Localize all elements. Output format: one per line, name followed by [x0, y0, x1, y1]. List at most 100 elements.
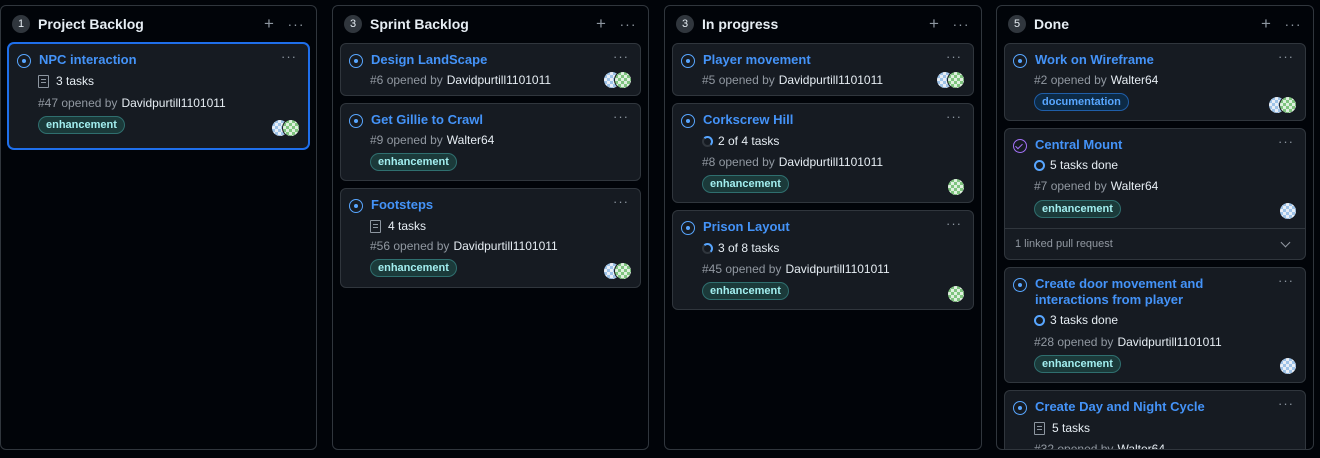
issue-author[interactable]: Davidpurtill1101011: [453, 239, 557, 253]
column-more-button[interactable]: ···: [949, 15, 973, 33]
card-title[interactable]: Player movement: [703, 52, 943, 68]
card-title[interactable]: Central Mount: [1035, 137, 1275, 153]
linked-pull-request-toggle[interactable]: 1 linked pull request: [1005, 228, 1305, 259]
issue-card[interactable]: NPC interaction ··· 3 tasks #47 opened b…: [8, 43, 309, 149]
avatar[interactable]: [1279, 202, 1297, 220]
issue-card[interactable]: Create Day and Night Cycle ··· 5 tasks #…: [1004, 390, 1306, 450]
opened-by-text: opened by: [61, 96, 118, 110]
issue-author[interactable]: Davidpurtill1101011: [779, 155, 883, 169]
assignees: [947, 285, 965, 303]
avatar[interactable]: [614, 262, 632, 280]
issue-card[interactable]: Work on Wireframe ··· #2 opened by Walte…: [1004, 43, 1306, 121]
task-list: 3 tasks: [38, 74, 94, 88]
add-item-button[interactable]: +: [922, 15, 946, 33]
add-item-button[interactable]: +: [1254, 15, 1278, 33]
label-badge[interactable]: documentation: [1034, 93, 1129, 111]
label-badge[interactable]: enhancement: [370, 259, 457, 277]
avatar[interactable]: [947, 178, 965, 196]
card-title[interactable]: Get Gillie to Crawl: [371, 112, 610, 128]
card-title[interactable]: Create door movement and interactions fro…: [1035, 276, 1275, 308]
issue-meta: #47 opened by Davidpurtill1101011: [38, 96, 226, 110]
assignees: [271, 119, 300, 137]
add-item-button[interactable]: +: [589, 15, 613, 33]
issue-author[interactable]: Walter64: [1111, 179, 1159, 193]
card-more-button[interactable]: ···: [943, 217, 965, 230]
column-title: In progress: [702, 16, 779, 32]
column-count-badge: 3: [344, 15, 362, 33]
card-more-button[interactable]: ···: [1275, 135, 1297, 148]
issue-author[interactable]: Davidpurtill1101011: [779, 73, 883, 87]
issue-author[interactable]: Walter64: [1111, 73, 1159, 87]
avatar[interactable]: [947, 71, 965, 89]
avatar[interactable]: [614, 71, 632, 89]
card-more-button[interactable]: ···: [1275, 397, 1297, 410]
card-more-button[interactable]: ···: [610, 110, 632, 123]
avatar[interactable]: [1279, 96, 1297, 114]
card-title[interactable]: Prison Layout: [703, 219, 943, 235]
issue-meta: #7 opened by Walter64: [1034, 179, 1158, 193]
issue-card[interactable]: Prison Layout ··· 3 of 8 tasks #45 opene…: [672, 210, 974, 310]
opened-by-text: opened by: [1057, 442, 1114, 450]
issue-card[interactable]: Create door movement and interactions fro…: [1004, 267, 1306, 383]
issue-number: #5: [702, 73, 716, 87]
card-more-button[interactable]: ···: [943, 110, 965, 123]
issue-card[interactable]: Footsteps ··· 4 tasks #56 opened by Davi…: [340, 188, 641, 288]
issue-author[interactable]: Walter64: [447, 133, 495, 147]
issue-card[interactable]: Design LandScape ··· #6 opened by Davidp…: [340, 43, 641, 96]
card-title[interactable]: Create Day and Night Cycle: [1035, 399, 1275, 415]
column-count-badge: 5: [1008, 15, 1026, 33]
assignees: [1268, 96, 1297, 114]
opened-by-text: opened by: [1050, 179, 1107, 193]
issue-card[interactable]: Corkscrew Hill ··· 2 of 4 tasks #8 opene…: [672, 103, 974, 203]
card-more-button[interactable]: ···: [278, 50, 300, 63]
issue-number: #47: [38, 96, 59, 110]
card-more-button[interactable]: ···: [1275, 274, 1297, 287]
issue-meta: #6 opened by Davidpurtill1101011: [370, 73, 551, 87]
column-more-button[interactable]: ···: [284, 15, 308, 33]
card-title[interactable]: Footsteps: [371, 197, 610, 213]
card-title[interactable]: Work on Wireframe: [1035, 52, 1275, 68]
card-more-button[interactable]: ···: [610, 50, 632, 63]
issue-card[interactable]: Central Mount ··· 5 tasks done #7 opened…: [1004, 128, 1306, 260]
issue-meta: #45 opened by Davidpurtill1101011: [702, 262, 890, 276]
label-badge[interactable]: enhancement: [1034, 200, 1121, 218]
label-badge[interactable]: enhancement: [38, 116, 125, 134]
issue-meta: #56 opened by Davidpurtill1101011: [370, 239, 558, 253]
column-in-progress: 3 In progress + ··· Player movement ··· …: [664, 5, 982, 450]
card-title[interactable]: Design LandScape: [371, 52, 610, 68]
add-item-button[interactable]: +: [257, 15, 281, 33]
issue-card[interactable]: Player movement ··· #5 opened by Davidpu…: [672, 43, 974, 96]
open-issue-icon: [1013, 54, 1027, 68]
label-badge[interactable]: enhancement: [1034, 355, 1121, 373]
issue-author[interactable]: Walter64: [1117, 442, 1165, 449]
label-badge[interactable]: enhancement: [702, 282, 789, 300]
column-more-button[interactable]: ···: [1281, 15, 1305, 33]
avatar[interactable]: [1279, 357, 1297, 375]
column-header: 1 Project Backlog + ···: [1, 6, 316, 42]
issue-author[interactable]: Davidpurtill1101011: [121, 96, 225, 110]
issue-card[interactable]: Get Gillie to Crawl ··· #9 opened by Wal…: [340, 103, 641, 181]
column-count-badge: 3: [676, 15, 694, 33]
issue-number: #9: [370, 133, 384, 147]
card-more-button[interactable]: ···: [1275, 50, 1297, 63]
card-title[interactable]: Corkscrew Hill: [703, 112, 943, 128]
label-badge[interactable]: enhancement: [370, 153, 457, 171]
card-more-button[interactable]: ···: [610, 195, 632, 208]
issue-meta: #9 opened by Walter64: [370, 133, 494, 147]
progress-icon: [1034, 314, 1045, 326]
avatar[interactable]: [947, 285, 965, 303]
task-list: 5 tasks: [1034, 421, 1090, 435]
avatar[interactable]: [282, 119, 300, 137]
issue-author[interactable]: Davidpurtill1101011: [1117, 335, 1221, 349]
issue-number: #32: [1034, 442, 1055, 450]
issue-author[interactable]: Davidpurtill1101011: [447, 73, 551, 87]
card-more-button[interactable]: ···: [943, 50, 965, 63]
column-more-button[interactable]: ···: [616, 15, 640, 33]
label-badge[interactable]: enhancement: [702, 175, 789, 193]
issue-meta: #8 opened by Davidpurtill1101011: [702, 155, 883, 169]
card-title[interactable]: NPC interaction: [39, 52, 278, 68]
issue-number: #7: [1034, 179, 1048, 193]
opened-by-text: opened by: [725, 262, 782, 276]
open-issue-icon: [349, 54, 363, 68]
issue-author[interactable]: Davidpurtill1101011: [785, 262, 889, 276]
